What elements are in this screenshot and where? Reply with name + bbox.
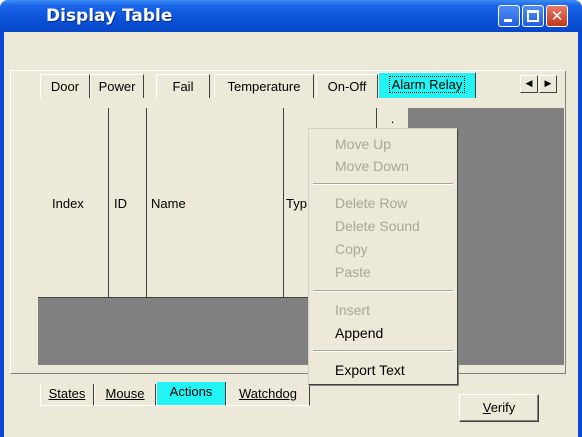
window-title: Display Table [46,6,173,26]
partial-column-header[interactable]: . [376,108,408,130]
tab-label: Power [98,79,136,94]
menu-item-copy: Copy [335,241,368,257]
arrow-right-icon: ▶ [544,79,552,89]
tab-mouse[interactable]: Mouse [94,384,156,406]
tab-label: Temperature [227,79,301,94]
tab-power[interactable]: Power [90,74,144,98]
column-header-name[interactable]: Name [151,196,186,211]
tab-label: Fail [172,79,194,94]
tab-scroll-left-button[interactable]: ◀ [520,75,538,93]
menu-item-delete-row: Delete Row [335,195,408,211]
close-button[interactable]: ✕ [546,5,568,27]
tab-actions[interactable]: Actions [156,382,226,406]
tab-scroll-right-button[interactable]: ▶ [539,75,557,93]
tab-fail[interactable]: Fail [156,74,210,98]
verify-button[interactable]: Verify [459,394,539,422]
tab-on-off[interactable]: On-Off [316,74,378,98]
title-bar[interactable]: Display Table ✕ [0,0,582,32]
maximize-button[interactable] [522,5,544,27]
verify-label: erify [490,400,516,415]
close-icon: ✕ [550,7,564,25]
tab-label: Watchdog [238,386,298,401]
column-divider[interactable] [146,108,147,298]
context-menu: Move Up Move Down Delete Row Delete Soun… [308,128,458,385]
menu-item-paste: Paste [335,264,371,280]
minimize-button[interactable] [498,5,520,27]
tab-door[interactable]: Door [40,74,90,98]
tab-temperature[interactable]: Temperature [214,74,314,98]
tab-label: States [48,386,86,401]
maximize-icon [527,10,539,22]
menu-item-insert: Insert [335,302,371,318]
menu-item-export-text[interactable]: Export Text [309,359,457,381]
column-header-id[interactable]: ID [114,196,127,211]
column-divider[interactable] [283,108,284,298]
column-header-index[interactable]: Index [52,196,84,211]
menu-separator [313,350,453,352]
column-header-type[interactable]: Typ [286,196,307,211]
menu-separator [313,290,453,292]
tab-alarm-relay[interactable]: Alarm Relay [378,72,476,98]
menu-item-append[interactable]: Append [309,322,457,344]
menu-item-move-up: Move Up [335,136,392,152]
tab-label: On-Off [327,79,367,94]
tab-label: Door [50,79,80,94]
tab-label: Mouse [105,386,145,401]
tab-states[interactable]: States [40,384,94,406]
menu-item-delete-sound: Delete Sound [335,218,420,234]
menu-item-move-down: Move Down [335,158,409,174]
arrow-left-icon: ◀ [525,79,533,89]
tab-watchdog[interactable]: Watchdog [226,384,310,406]
verify-mnemonic: V [482,400,491,415]
column-divider[interactable] [108,108,109,298]
menu-separator [313,183,453,185]
tab-label: Actions [169,384,213,399]
grid-bottom-strip [38,365,564,373]
tab-label: Alarm Relay [388,76,466,93]
minimize-icon [504,19,512,22]
